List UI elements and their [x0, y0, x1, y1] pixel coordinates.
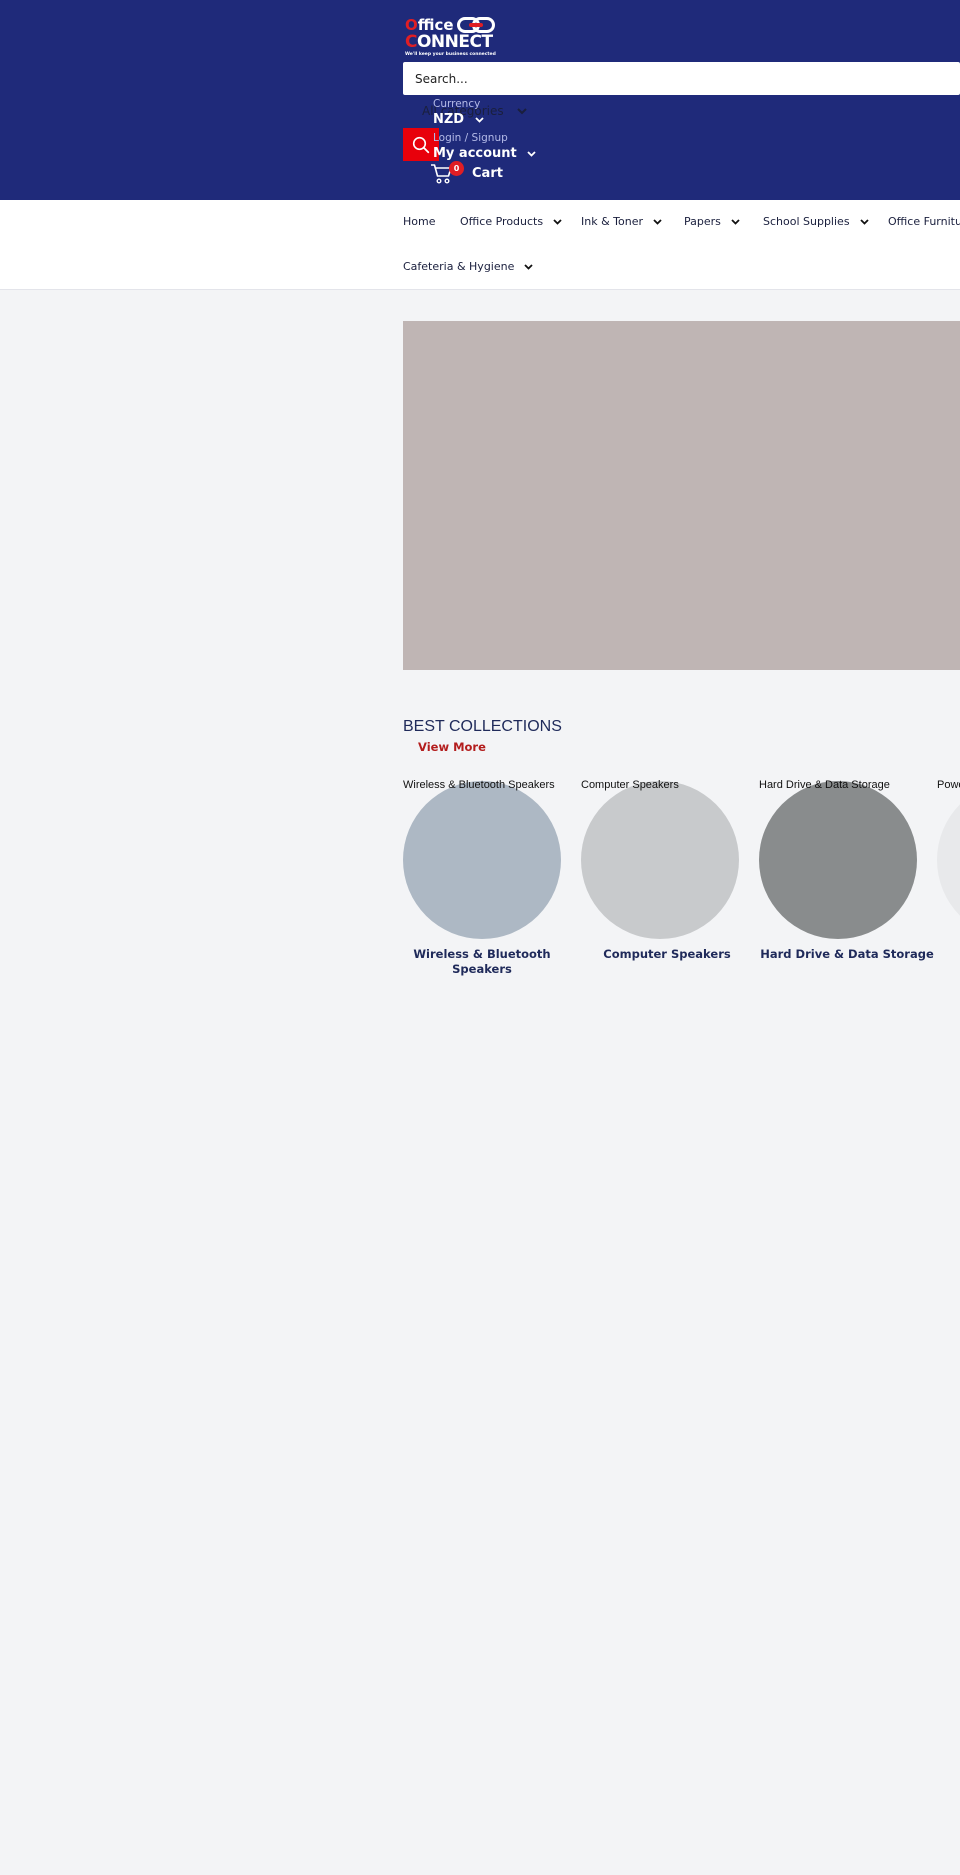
chevron-down-icon — [859, 218, 869, 225]
view-more-link[interactable]: View More — [418, 740, 486, 754]
chain-link-icon — [457, 17, 495, 33]
collection-image[interactable] — [581, 781, 739, 939]
collection-image[interactable] — [759, 781, 917, 939]
nav-item-cafeteria-hygiene[interactable]: Cafeteria & Hygiene — [403, 260, 533, 273]
nav-item-ink-toner[interactable]: Ink & Toner — [581, 215, 662, 228]
search-box — [403, 62, 960, 95]
currency-selector[interactable]: NZD — [433, 112, 484, 127]
login-signup-label[interactable]: Login / Signup — [433, 132, 508, 144]
collection-image-alt: Hard Drive & Data Storage — [759, 779, 890, 791]
nav-item-papers[interactable]: Papers — [684, 215, 740, 228]
currency-label: Currency — [433, 98, 481, 110]
collection-image-alt: Computer Speakers — [581, 779, 679, 791]
nav-item-home[interactable]: Home — [403, 215, 435, 228]
chevron-down-icon — [653, 218, 662, 225]
main-navigation: Home Office Products Ink & Toner Papers … — [0, 200, 960, 290]
my-account-menu[interactable]: My account — [433, 146, 536, 161]
collection-image-alt: Wireless & Bluetooth Speakers — [403, 779, 555, 791]
nav-item-office-furniture[interactable]: Office Furniture — [888, 215, 960, 228]
nav-item-office-products[interactable]: Office Products — [460, 215, 562, 228]
section-title: BEST COLLECTIONS — [403, 718, 562, 735]
cart-count-badge: 0 — [449, 161, 464, 176]
hero-banner[interactable] — [403, 321, 960, 670]
site-header: Office CONNECT We'll keep your business … — [0, 0, 960, 200]
search-input[interactable] — [403, 62, 960, 95]
collection-name[interactable]: Wireless & Bluetooth Speakers — [393, 947, 571, 977]
collection-image[interactable] — [403, 781, 561, 939]
chevron-down-icon — [527, 150, 536, 157]
chevron-down-icon — [731, 218, 740, 225]
logo-tagline: We'll keep your business connected — [405, 52, 496, 57]
chevron-down-icon — [517, 108, 528, 115]
collection-name[interactable]: Computer Speakers — [578, 947, 756, 962]
search-icon — [412, 136, 430, 153]
chevron-down-icon — [524, 263, 533, 270]
cart-label[interactable]: Cart — [472, 166, 503, 181]
collection-image[interactable] — [937, 781, 960, 939]
chevron-down-icon — [553, 218, 562, 225]
chevron-down-icon — [475, 116, 484, 123]
collection-image-alt: Power — [937, 779, 960, 791]
collection-name[interactable]: Hard Drive & Data Storage — [757, 947, 937, 962]
nav-item-school-supplies[interactable]: School Supplies — [763, 215, 869, 228]
site-logo[interactable]: Office CONNECT We'll keep your business … — [403, 14, 496, 60]
